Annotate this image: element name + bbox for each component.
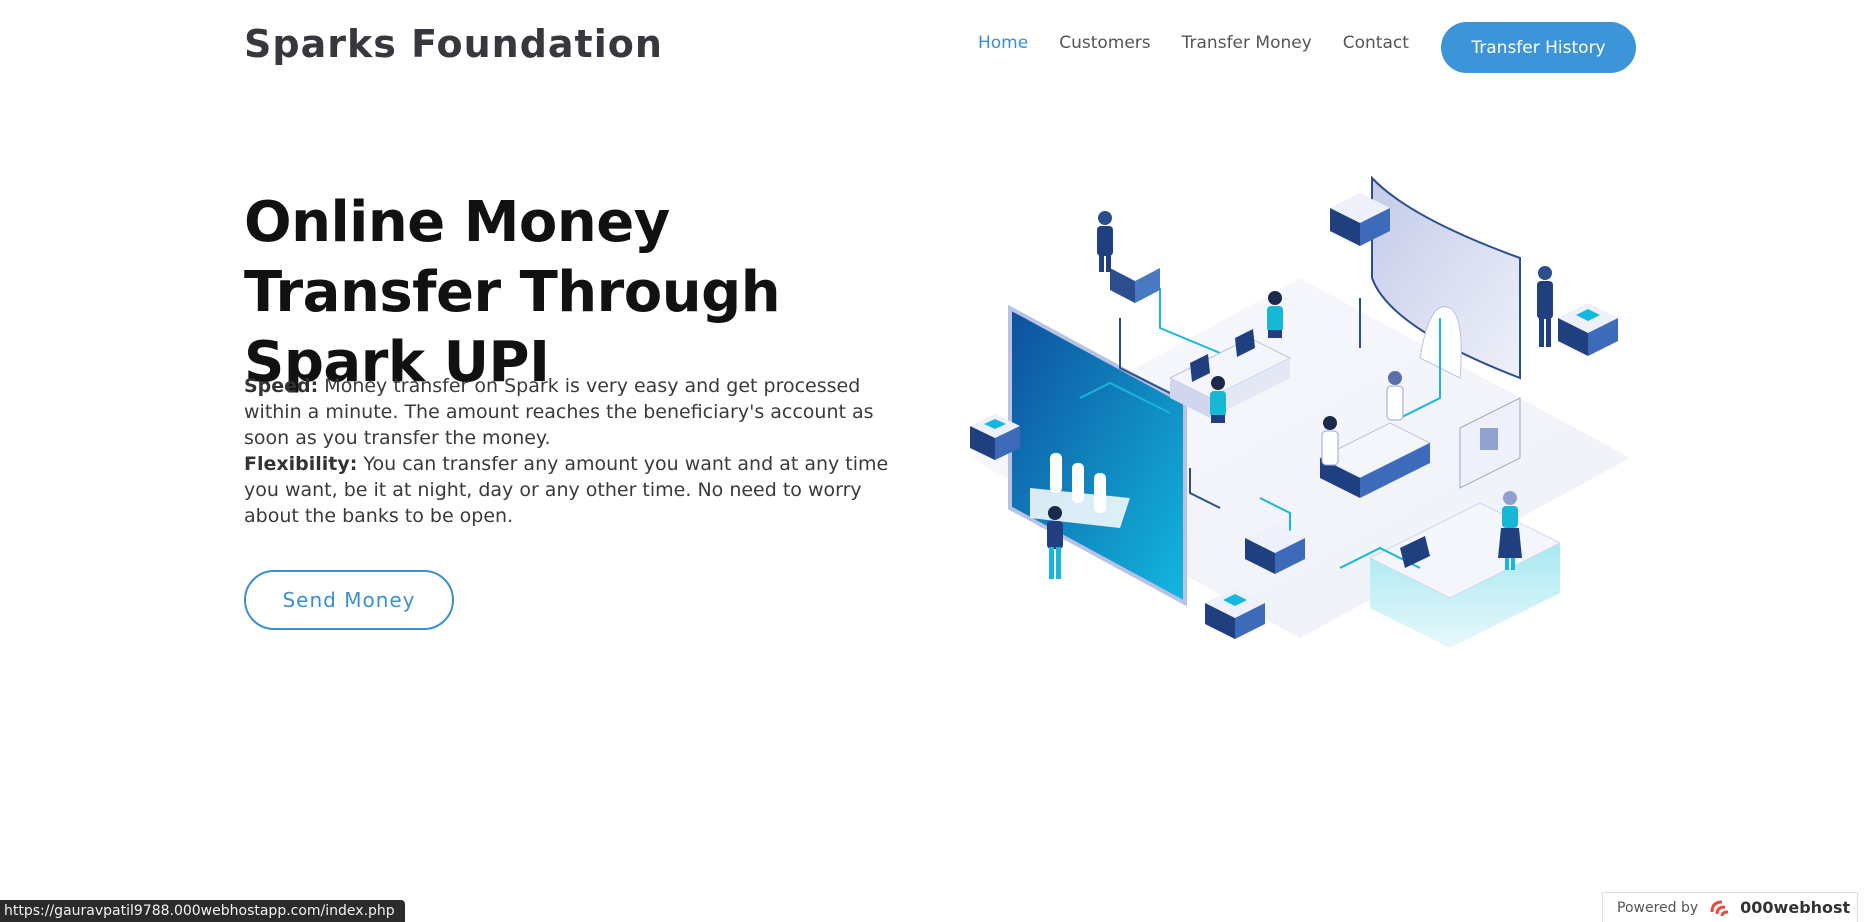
webhost-logo-icon [1708, 898, 1736, 918]
hero-title: Online Money Transfer Through Spark UPI [244, 190, 781, 395]
brand-title[interactable]: Sparks Foundation [244, 22, 663, 66]
page: Sparks Foundation Home Customers Transfe… [0, 0, 1871, 922]
blue-screen [1008, 304, 1187, 607]
nav-transfer-money[interactable]: Transfer Money [1182, 33, 1312, 53]
nav-contact[interactable]: Contact [1343, 33, 1409, 53]
nav-home[interactable]: Home [978, 33, 1028, 53]
speed-text: Money transfer on Spark is very easy and… [244, 375, 874, 449]
hero-description: Speed: Money transfer on Spark is very e… [244, 373, 912, 529]
transfer-history-button[interactable]: Transfer History [1441, 22, 1636, 73]
flexibility-label: Flexibility: [244, 453, 358, 475]
send-money-button[interactable]: Send Money [244, 570, 454, 630]
link-status-bar: https://gauravpatil9788.000webhostapp.co… [0, 900, 405, 922]
nav-customers[interactable]: Customers [1059, 33, 1150, 53]
powered-by-label: Powered by [1617, 899, 1699, 916]
powered-by-badge[interactable]: Powered by 000webhost [1602, 892, 1858, 922]
main-nav: Home Customers Transfer Money Contact [978, 33, 1440, 53]
webhost-name: 000webhost [1740, 898, 1851, 917]
hero-illustration [970, 175, 1630, 648]
speed-label: Speed: [244, 375, 319, 397]
